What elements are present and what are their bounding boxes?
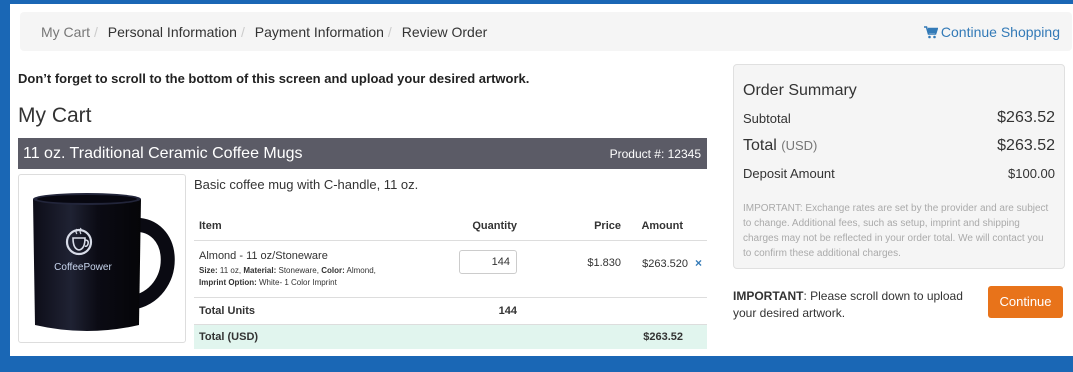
total-value: $263.52 (635, 324, 707, 349)
subtotal-label: Subtotal (743, 111, 791, 126)
summary-total-value: $263.52 (997, 137, 1055, 154)
size-value: 11 oz, (219, 265, 242, 275)
material-label: Material: (243, 265, 277, 275)
shopping-cart-icon (923, 26, 939, 42)
item-details: Size: 11 oz, Material: Stoneware, Color:… (199, 265, 422, 289)
continue-shopping-link[interactable]: Continue Shopping (923, 24, 1060, 42)
continue-shopping-label: Continue Shopping (940, 24, 1060, 40)
quantity-input[interactable]: 144 (459, 250, 517, 274)
item-cell: Almond - 11 oz/Stoneware Size: 11 oz, Ma… (194, 240, 427, 298)
breadcrumb-separator: / (387, 24, 392, 40)
color-label: Color: (321, 265, 345, 275)
material-value: Stoneware, (278, 265, 319, 275)
order-summary: Order Summary Subtotal $263.52 Total (US… (733, 64, 1065, 269)
artwork-notice: Don’t forget to scroll to the bottom of … (18, 71, 530, 86)
deposit-label: Deposit Amount (743, 166, 835, 181)
size-label: Size: (199, 265, 218, 275)
subtotal-row: Subtotal $263.52 (743, 109, 1055, 131)
imprint-value: White- 1 Color Imprint (259, 277, 337, 287)
price-cell: $1.830 (531, 240, 635, 298)
breadcrumb-separator: / (240, 24, 245, 40)
order-summary-title: Order Summary (743, 82, 857, 99)
column-header-price: Price (531, 211, 635, 241)
important-notice: IMPORTANT: Please scroll down to upload … (733, 288, 963, 322)
total-summary-row: Total (USD) $263.52 (743, 137, 1055, 159)
summary-total-currency: (USD) (781, 138, 818, 153)
coffee-mug-image: CoffeePower (33, 193, 175, 331)
quantity-cell: 144 (427, 240, 531, 298)
item-amount: $263.520 (642, 258, 688, 270)
product-name: 11 oz. Traditional Ceramic Coffee Mugs (23, 145, 303, 162)
table-row: Almond - 11 oz/Stoneware Size: 11 oz, Ma… (194, 240, 707, 298)
breadcrumb-my-cart[interactable]: My Cart (41, 24, 90, 40)
breadcrumb-payment-information[interactable]: Payment Information (255, 24, 384, 40)
exchange-rate-note: IMPORTANT: Exchange rates are set by the… (743, 203, 1049, 259)
total-units-value: 144 (427, 297, 531, 325)
breadcrumb: My Cart / Personal Information / Payment I… (20, 12, 1072, 51)
total-units-label: Total Units (194, 297, 427, 325)
product-image: CoffeePower (18, 174, 186, 343)
mug-brand-text: CoffeePower (54, 262, 112, 273)
product-header: 11 oz. Traditional Ceramic Coffee Mugs P… (18, 138, 707, 169)
amount-cell: $263.520 × (635, 240, 707, 298)
breadcrumb-personal-information[interactable]: Personal Information (108, 24, 237, 40)
color-value: Almond, (346, 265, 376, 275)
column-header-amount: Amount (635, 211, 707, 241)
breadcrumb-separator: / (94, 24, 98, 40)
cart-panel: My Cart / Personal Information / Payment I… (10, 4, 1073, 356)
remove-item-icon[interactable]: × (695, 256, 702, 270)
summary-total-label: Total (743, 137, 777, 154)
product-number: Product #: 12345 (609, 147, 701, 161)
item-name: Almond - 11 oz/Stoneware (199, 249, 328, 262)
column-header-quantity: Quantity (427, 211, 531, 241)
column-header-item: Item (194, 211, 427, 241)
total-label: Total (USD) (194, 324, 427, 349)
total-units-row: Total Units 144 (194, 297, 707, 325)
subtotal-value: $263.52 (997, 109, 1055, 126)
page-title: My Cart (18, 104, 92, 127)
continue-button[interactable]: Continue (988, 286, 1063, 318)
imprint-label: Imprint Option: (199, 277, 257, 287)
deposit-value: $100.00 (1008, 166, 1055, 181)
deposit-row: Deposit Amount $100.00 (743, 166, 1055, 186)
breadcrumb-review-order[interactable]: Review Order (402, 24, 488, 40)
item-price: $1.830 (587, 257, 621, 269)
total-row: Total (USD) $263.52 (194, 324, 707, 349)
product-description: Basic coffee mug with C-handle, 11 oz. (194, 177, 419, 192)
important-label: IMPORTANT (733, 289, 804, 303)
cart-items-table: Item Quantity Price Amount Almond - 11 o… (194, 211, 707, 349)
